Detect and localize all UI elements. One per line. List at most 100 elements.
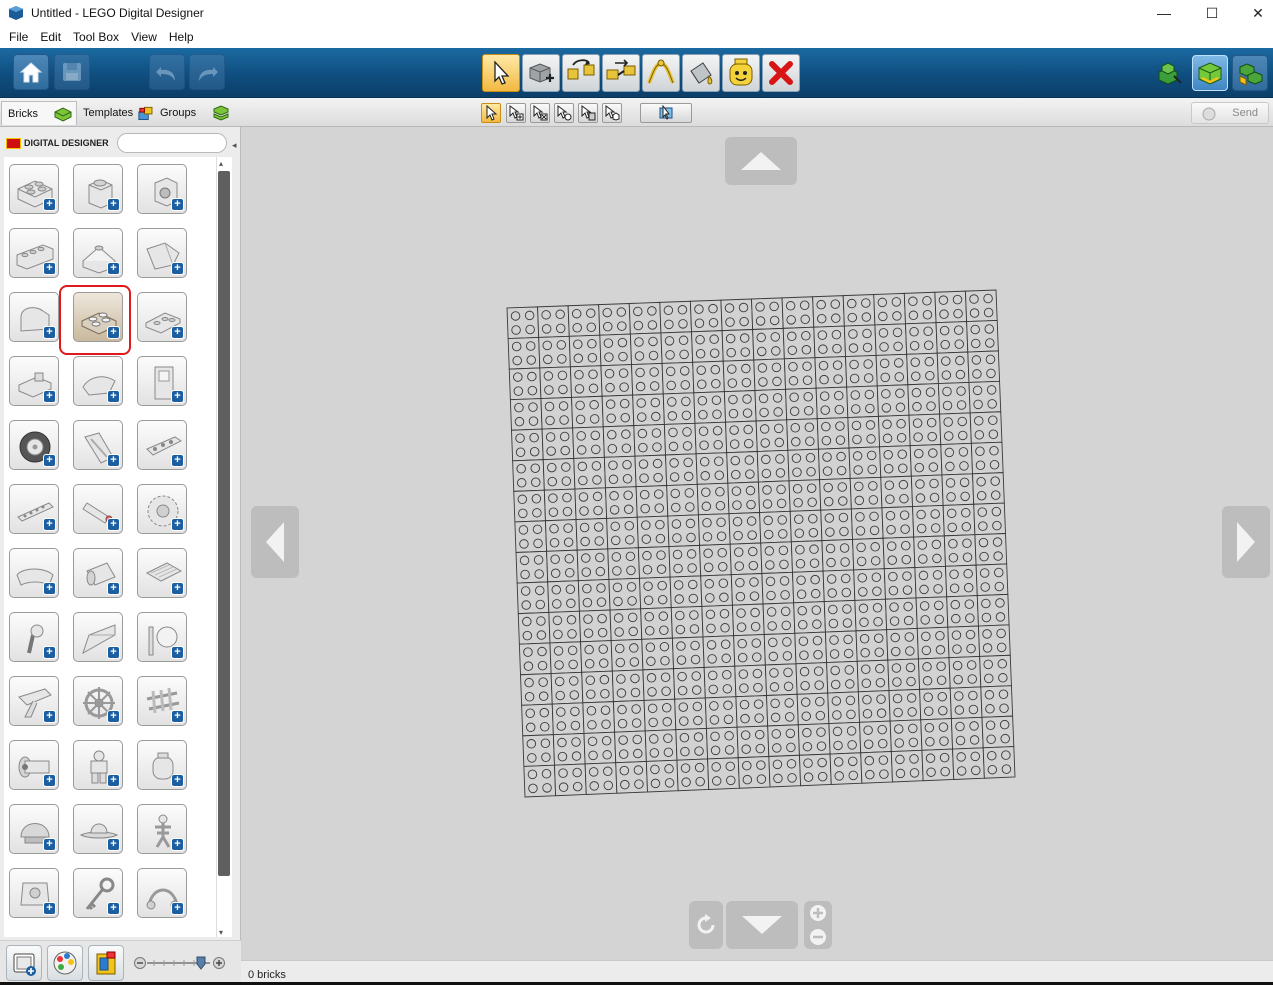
redo-button[interactable]	[189, 54, 225, 90]
category-bricks-round[interactable]: +	[73, 164, 123, 214]
close-button[interactable]: ✕	[1235, 0, 1273, 26]
category-technic-bushes[interactable]: +	[73, 548, 123, 598]
baseplate-tile	[920, 718, 954, 751]
select-tool-button[interactable]	[482, 54, 520, 92]
category-trains-tracks[interactable]: +	[137, 676, 187, 726]
category-bricks-long[interactable]: +	[9, 228, 59, 278]
model-palette-button[interactable]	[88, 945, 124, 981]
baseplate-tile	[852, 537, 885, 571]
category-slopes[interactable]: +	[73, 228, 123, 278]
category-doors-windows[interactable]: +	[137, 356, 187, 406]
main-toolbar	[0, 48, 1273, 98]
building-guide-mode-button[interactable]	[1232, 55, 1268, 91]
category-minifig-hats[interactable]: +	[73, 804, 123, 854]
clone-tool-icon	[529, 63, 554, 83]
category-technic-panels[interactable]: +	[9, 548, 59, 598]
baseplate-tile	[913, 535, 946, 568]
same-color-select-button[interactable]	[578, 103, 598, 123]
zoom-slider-knob[interactable]	[196, 956, 206, 970]
menu-help[interactable]: Help	[163, 30, 200, 44]
category-plates-with-clips[interactable]: +	[9, 356, 59, 406]
collapse-panel-button[interactable]: ◂	[232, 140, 241, 156]
baseplate-tile	[540, 396, 574, 430]
same-shape-select-button[interactable]	[602, 103, 622, 123]
baseplate-tile	[720, 298, 754, 332]
category-minifig-skeletons[interactable]: +	[137, 804, 187, 854]
send-label: Send	[1232, 107, 1258, 119]
category-minifigures[interactable]: +	[73, 740, 123, 790]
search-input[interactable]	[117, 133, 227, 153]
category-plates-modified[interactable]: +	[73, 356, 123, 406]
home-button[interactable]	[13, 54, 49, 90]
baseplate-tile	[768, 754, 802, 788]
tab-bricks[interactable]: Bricks	[1, 101, 77, 125]
maximize-button[interactable]: ☐	[1189, 0, 1235, 26]
category-wires-hoses[interactable]: +	[9, 740, 59, 790]
category-minifig-keys[interactable]: +	[73, 868, 123, 918]
delete-tool-button[interactable]	[762, 54, 800, 92]
baseplate[interactable]	[241, 127, 1273, 960]
send-button[interactable]: Send	[1191, 102, 1269, 124]
palette-view-button[interactable]	[6, 945, 42, 981]
menu-file[interactable]: File	[3, 30, 34, 44]
category-minifig-accessories[interactable]: +	[137, 868, 187, 918]
tab-templates[interactable]: Templates	[77, 101, 154, 125]
baseplate-tile	[943, 534, 977, 567]
connected-select-button[interactable]	[554, 103, 574, 123]
menu-toolbox[interactable]: Tool Box	[67, 30, 125, 44]
hinge-align-tool-button[interactable]	[602, 54, 640, 92]
hide-tool-button[interactable]	[640, 103, 692, 123]
palette-scroll-thumb[interactable]	[218, 171, 230, 876]
category-bricks[interactable]: +	[9, 164, 59, 214]
multi-select-button[interactable]	[506, 103, 526, 123]
build-mode-button[interactable]	[1152, 56, 1186, 90]
minimize-button[interactable]: —	[1141, 0, 1187, 26]
category-technic-axles[interactable]: +	[73, 420, 123, 470]
flex-tool-button[interactable]	[642, 54, 680, 92]
baseplate-tile	[829, 752, 863, 785]
category-technic-beams[interactable]: +	[137, 420, 187, 470]
category-minifig-helmets[interactable]: +	[9, 804, 59, 854]
hinge-tool-button[interactable]	[562, 54, 600, 92]
add-icon: +	[107, 518, 120, 531]
category-minifig-heads[interactable]: +	[137, 740, 187, 790]
category-wheels-tires[interactable]: +	[9, 420, 59, 470]
color-palette-button[interactable]	[47, 945, 83, 981]
category-technic-connectors[interactable]: +	[73, 484, 123, 534]
paint-tool-button[interactable]	[682, 54, 720, 92]
category-slopes-inverted[interactable]: +	[137, 228, 187, 278]
add-icon: +	[171, 774, 184, 787]
baseplate-tile	[813, 325, 846, 359]
category-plates-special[interactable]: +	[137, 292, 187, 342]
category-tools-accessories[interactable]: +	[9, 612, 59, 662]
baseplate-tile	[543, 488, 577, 522]
zoom-slider[interactable]	[134, 956, 226, 970]
menu-view[interactable]: View	[125, 30, 163, 44]
baseplate-tile	[828, 721, 862, 755]
category-steering-wheels[interactable]: +	[73, 676, 123, 726]
category-signs-flags[interactable]: +	[137, 612, 187, 662]
scroll-down-icon[interactable]: ▾	[219, 928, 223, 937]
baseplate-tile	[827, 691, 861, 724]
category-bricks-curved[interactable]: +	[9, 292, 59, 342]
single-select-button[interactable]	[481, 103, 501, 123]
category-bricks-special[interactable]: +	[137, 164, 187, 214]
category-technic-liftarms[interactable]: +	[9, 484, 59, 534]
tab-groups[interactable]: Groups	[154, 101, 230, 125]
category-technic-gears[interactable]: +	[137, 484, 187, 534]
add-icon: +	[107, 390, 120, 403]
category-minifig-armor[interactable]: +	[9, 868, 59, 918]
scroll-up-icon[interactable]: ▴	[219, 159, 223, 168]
menu-edit[interactable]: Edit	[34, 30, 67, 44]
build-canvas[interactable]	[241, 127, 1273, 960]
category-tiles[interactable]: +	[137, 548, 187, 598]
baseplate-tile	[822, 569, 856, 603]
clone-tool-button[interactable]	[522, 54, 560, 92]
undo-button[interactable]	[149, 54, 185, 90]
save-button[interactable]	[54, 54, 90, 90]
decoration-tool-button[interactable]	[722, 54, 760, 92]
view-mode-button[interactable]	[1192, 55, 1228, 91]
category-plates-angled[interactable]: +	[9, 676, 59, 726]
invert-select-button[interactable]	[530, 103, 550, 123]
category-ramps[interactable]: +	[73, 612, 123, 662]
